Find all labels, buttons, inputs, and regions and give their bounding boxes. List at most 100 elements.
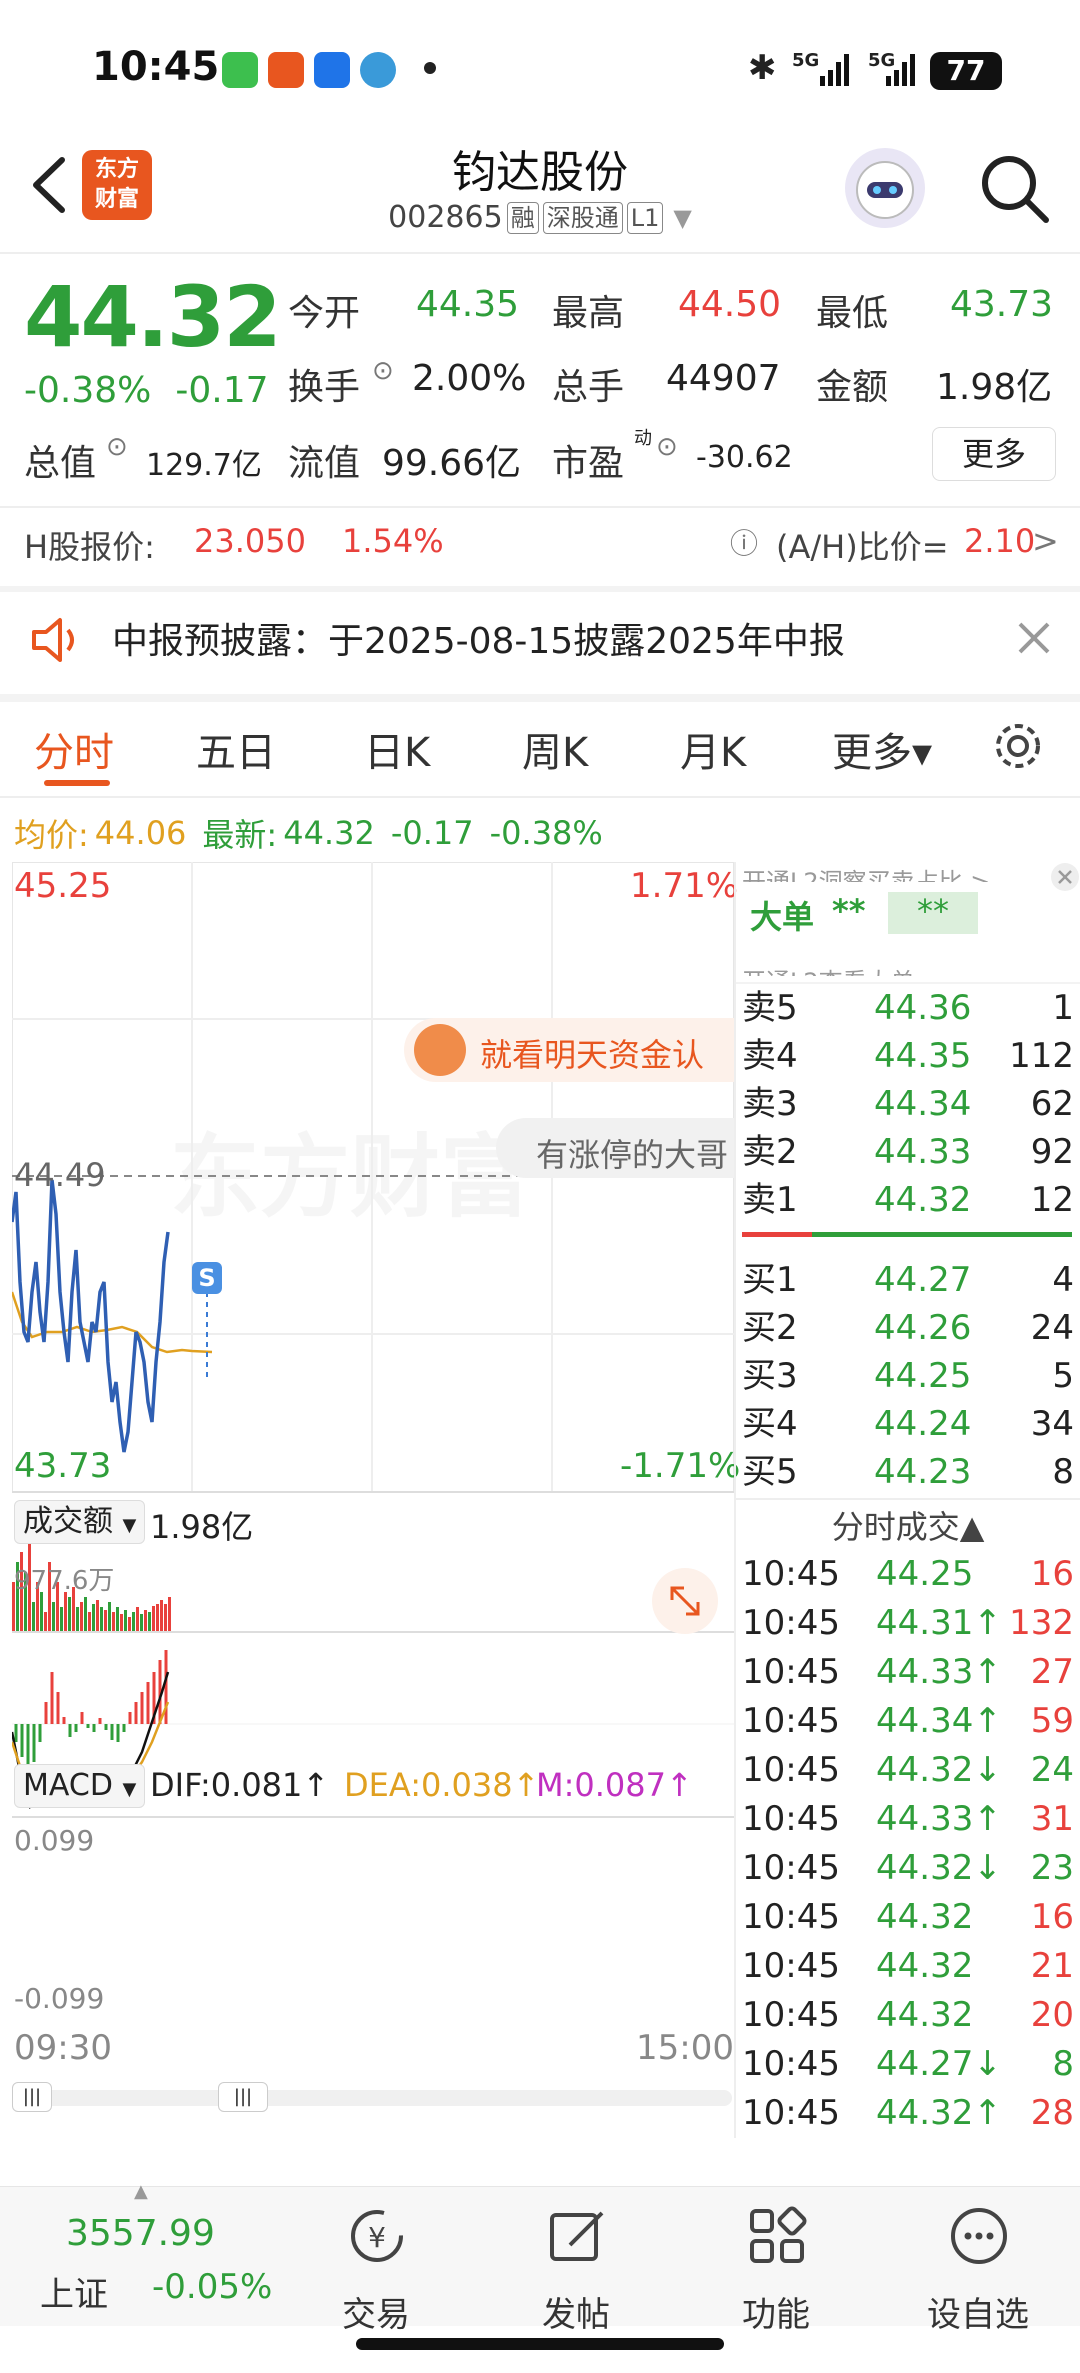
bottom-nav-top-edge	[0, 2140, 1080, 2186]
change-percent: -0.38%	[24, 370, 152, 411]
close-book-promo-button[interactable]	[1050, 862, 1080, 892]
tick-volume: 24	[1030, 1750, 1074, 1790]
tick-volume: 132	[1009, 1603, 1074, 1643]
tick-volume: 23	[1030, 1848, 1074, 1888]
mascot-icon	[414, 1024, 466, 1076]
ask-row[interactable]: 卖3 44.34 62	[736, 1080, 1080, 1128]
ask-price: 44.34	[874, 1084, 972, 1124]
tick-time: 10:45	[742, 1750, 840, 1790]
close-notice-button[interactable]	[1014, 618, 1054, 662]
index-pct[interactable]: -0.05%	[152, 2267, 272, 2307]
ask-row[interactable]: 卖5 44.36 1	[736, 984, 1080, 1032]
more-button[interactable]: 更多	[932, 427, 1056, 481]
slider-handle-right[interactable]: |||	[218, 2082, 268, 2112]
expand-icon	[670, 1586, 700, 1616]
close-icon	[1051, 863, 1079, 891]
speaker-icon	[26, 612, 82, 672]
big-order-value-2: **	[888, 892, 978, 934]
indicator-selector[interactable]: MACD ▼	[14, 1764, 146, 1808]
tab-more[interactable]: 更多▾	[832, 720, 932, 778]
bid-label: 买5	[742, 1452, 798, 1492]
tick-volume: 20	[1030, 1995, 1074, 2035]
l2-big-order-link[interactable]: 开通L2查看大单 >	[742, 962, 942, 976]
tab-daily-k[interactable]: 日K	[364, 720, 430, 778]
bid-row[interactable]: 买1 44.27 4	[736, 1256, 1080, 1304]
volume-max: 977.6万	[14, 1566, 115, 1596]
tick-volume: 8	[1052, 2044, 1074, 2084]
ask-row[interactable]: 卖1 44.32 12	[736, 1176, 1080, 1224]
time-range-slider[interactable]: ||| |||	[12, 2082, 732, 2112]
assistant-robot-icon[interactable]	[845, 148, 925, 228]
ask-volume: 92	[1030, 1132, 1074, 1172]
ticks-header[interactable]: 分时成交▲	[736, 1502, 1080, 1548]
tab-weekly-k[interactable]: 周K	[522, 720, 588, 778]
float-value: 99.66亿	[382, 443, 522, 484]
ratio-bar-green	[812, 1232, 1072, 1237]
chart-bottom-price: 43.73	[14, 1446, 112, 1486]
bid-row[interactable]: 买4 44.24 34	[736, 1400, 1080, 1448]
ask-label: 卖5	[742, 988, 798, 1028]
stock-code-row[interactable]: 002865 融 深股通 L1 ▼	[340, 200, 740, 235]
bottom-nav: ▲ 3557.99 上证 -0.05% ¥ 交易 发帖 功能 设自选	[0, 2181, 1080, 2335]
ask-row[interactable]: 卖4 44.35 112	[736, 1032, 1080, 1080]
tab-monthly-k[interactable]: 月K	[680, 720, 746, 778]
bid-label: 买1	[742, 1260, 798, 1300]
info-icon[interactable]: ⊙	[372, 356, 394, 386]
index-value[interactable]: 3557.99	[66, 2213, 215, 2254]
ask-row[interactable]: 卖2 44.33 92	[736, 1128, 1080, 1176]
divider	[0, 796, 1080, 798]
wechat-icon	[222, 52, 258, 88]
bid-volume: 8	[1052, 1452, 1074, 1492]
battery-indicator: 77	[930, 52, 1002, 90]
bid-row[interactable]: 买2 44.26 24	[736, 1304, 1080, 1352]
tab-five-day[interactable]: 五日	[196, 720, 276, 778]
ad-bubble-2[interactable]: 有涨停的大哥	[496, 1118, 734, 1178]
mktcap-info-icon[interactable]: ⊙	[106, 432, 128, 462]
back-button[interactable]	[24, 150, 80, 220]
tick-volume: 31	[1030, 1799, 1074, 1839]
level-tag: L1	[626, 201, 664, 234]
bid-volume: 34	[1030, 1404, 1074, 1444]
bid-row[interactable]: 买3 44.25 5	[736, 1352, 1080, 1400]
expand-button[interactable]	[652, 1568, 718, 1634]
tick-row: 10:45 44.27↓ 8	[736, 2040, 1080, 2089]
volume-selector[interactable]: 成交额 ▼	[14, 1500, 146, 1544]
slider-handle-left[interactable]: |||	[12, 2082, 52, 2112]
signal-2-icon	[884, 52, 920, 92]
chevron-right-icon: >	[1032, 522, 1059, 560]
avg-label: 均价:	[14, 816, 89, 854]
tick-row: 10:45 44.32↑ 28	[736, 2089, 1080, 2138]
bid-price: 44.26	[874, 1308, 972, 1348]
pe-info-icon[interactable]: ⊙	[656, 432, 678, 462]
bid-label: 买4	[742, 1404, 798, 1444]
chevron-down-icon: ▼	[122, 1779, 137, 1800]
bid-row[interactable]: 买5 44.23 8	[736, 1448, 1080, 1496]
status-time: 10:45	[92, 44, 220, 90]
index-name[interactable]: 上证	[40, 2267, 108, 2316]
bid-price: 44.27	[874, 1260, 972, 1300]
search-button[interactable]	[976, 150, 1052, 226]
bid-label: 买2	[742, 1308, 798, 1348]
tick-price: 44.32	[876, 1946, 974, 1986]
ad-text-2: 有涨停的大哥	[536, 1136, 729, 1174]
margin-tag: 融	[506, 201, 539, 234]
tick-price: 44.32	[876, 1897, 974, 1937]
h-share-price: 23.050	[194, 522, 306, 560]
ask-price: 44.35	[874, 1036, 972, 1076]
tab-intraday[interactable]: 分时	[34, 720, 114, 778]
bid-volume: 4	[1052, 1260, 1074, 1300]
ask-price: 44.32	[874, 1180, 972, 1220]
tick-price: 44.32↑	[876, 2093, 1002, 2133]
ask-volume: 62	[1030, 1084, 1074, 1124]
settings-button[interactable]	[990, 718, 1046, 778]
help-icon[interactable]: ⓘ	[730, 522, 758, 562]
s-marker[interactable]: S	[192, 1262, 222, 1294]
tick-row: 10:45 44.32↓ 24	[736, 1746, 1080, 1795]
l2-promo-link[interactable]: 开通L2洞察买卖占比 >	[742, 862, 990, 882]
tick-time: 10:45	[742, 1995, 840, 2035]
ask-label: 卖1	[742, 1180, 798, 1220]
ad-bubble-1[interactable]: 就看明天资金认	[404, 1018, 734, 1082]
tick-time: 10:45	[742, 1799, 840, 1839]
turnover-value: 2.00%	[412, 358, 527, 399]
eastmoney-logo[interactable]: 东方 财富	[82, 150, 152, 220]
